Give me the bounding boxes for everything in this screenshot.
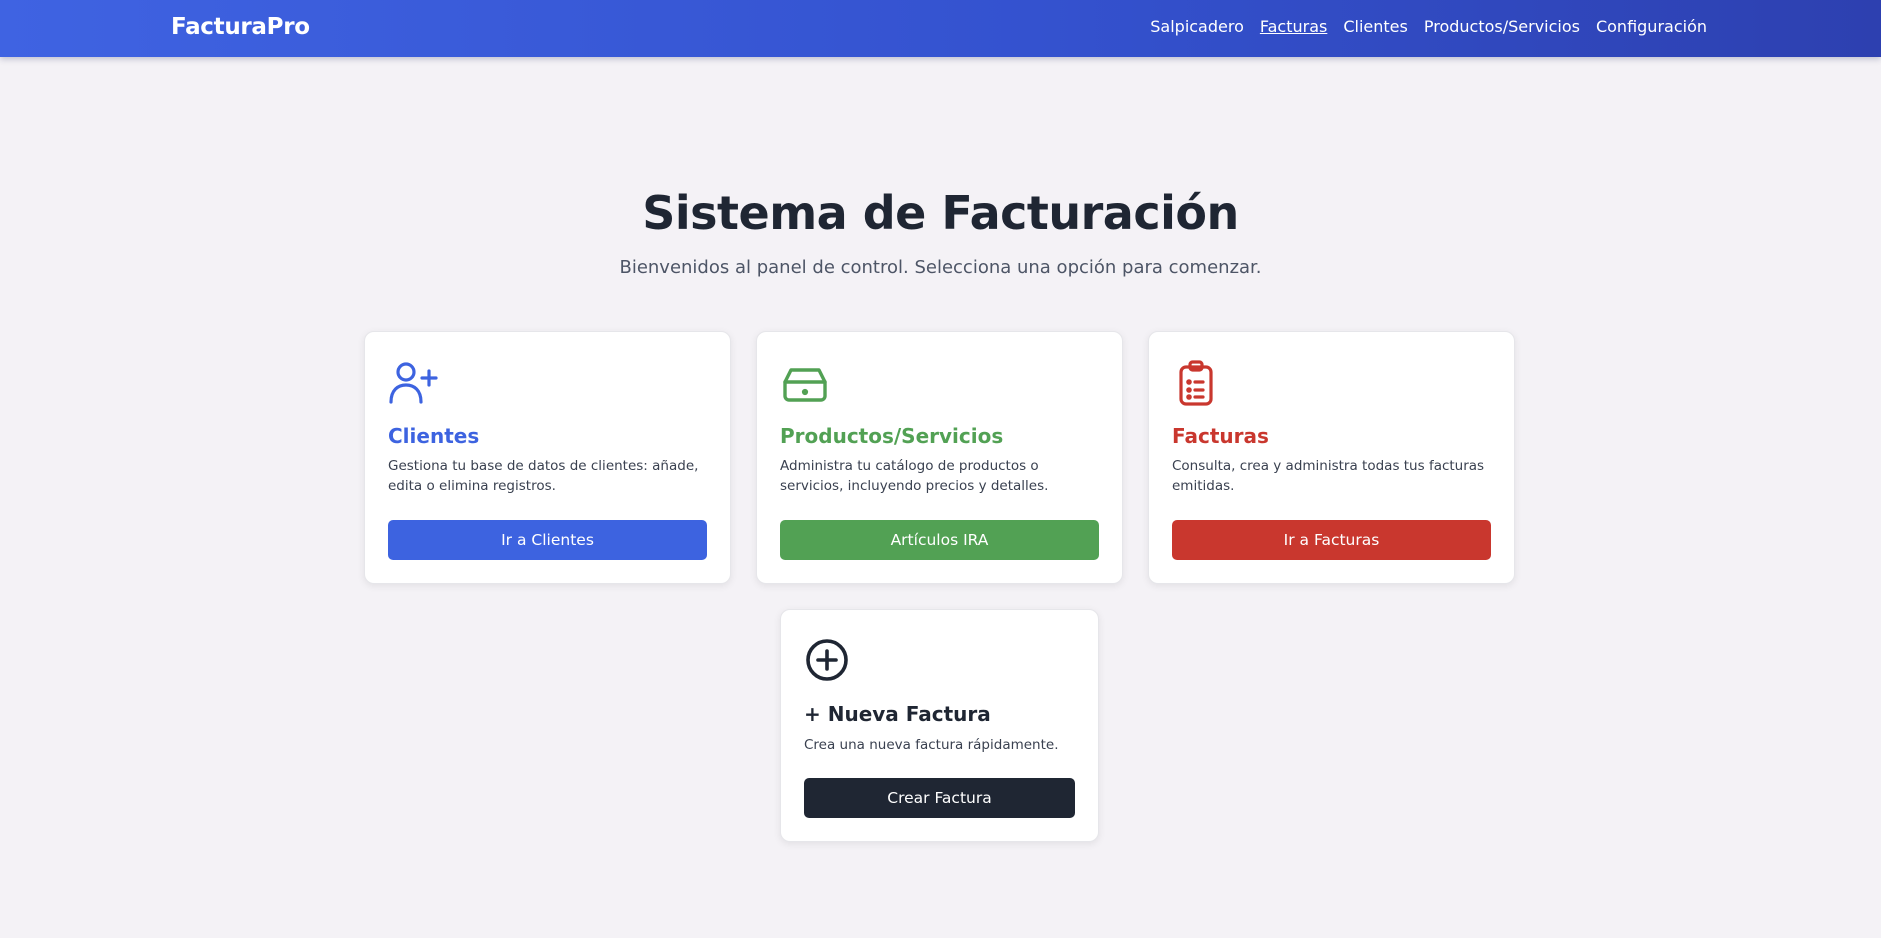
nav-link-clientes[interactable]: Clientes <box>1343 17 1408 36</box>
card-productos-servicios: Productos/Servicios Administra tu catálo… <box>756 331 1123 584</box>
card-title: Facturas <box>1172 424 1269 448</box>
go-to-facturas-button[interactable]: Ir a Facturas <box>1172 520 1491 560</box>
nav-link-salpicadero[interactable]: Salpicadero <box>1150 17 1244 36</box>
card-description: Consulta, crea y administra todas tus fa… <box>1172 458 1485 494</box>
card-facturas: Facturas Consulta, crea y administra tod… <box>1148 331 1515 584</box>
page-title: Sistema de Facturación <box>642 186 1239 240</box>
user-plus-icon <box>387 358 439 410</box>
create-invoice-button[interactable]: Crear Factura <box>804 778 1075 818</box>
plus-circle-icon <box>803 636 855 688</box>
card-title: Clientes <box>388 424 480 448</box>
inbox-icon <box>779 358 831 410</box>
nav-link-configuracion[interactable]: Configuración <box>1596 17 1707 36</box>
card-title: Productos/Servicios <box>780 424 1004 448</box>
brand-logo[interactable]: FacturaPro <box>171 14 310 40</box>
card-nueva-factura: + Nueva Factura Crea una nueva factura r… <box>780 609 1099 842</box>
card-description: Crea una nueva factura rápidamente. <box>804 737 1059 753</box>
page-subtitle: Bienvenidos al panel de control. Selecci… <box>619 257 1262 278</box>
card-clientes: Clientes Gestiona tu base de datos de cl… <box>364 331 731 584</box>
go-to-clientes-button[interactable]: Ir a Clientes <box>388 520 707 560</box>
go-to-productos-button[interactable]: Artículos IRA <box>780 520 1099 560</box>
card-description: Administra tu catálogo de productos o se… <box>780 458 1049 494</box>
top-navbar: FacturaPro Salpicadero Facturas Clientes… <box>0 0 1881 57</box>
card-description: Gestiona tu base de datos de clientes: a… <box>388 458 699 494</box>
nav-links: Salpicadero Facturas Clientes Productos/… <box>1150 17 1707 36</box>
nav-link-productos-servicios[interactable]: Productos/Servicios <box>1424 17 1580 36</box>
nav-link-facturas[interactable]: Facturas <box>1260 17 1327 36</box>
card-title: + Nueva Factura <box>804 702 991 726</box>
clipboard-list-icon <box>1171 358 1223 410</box>
